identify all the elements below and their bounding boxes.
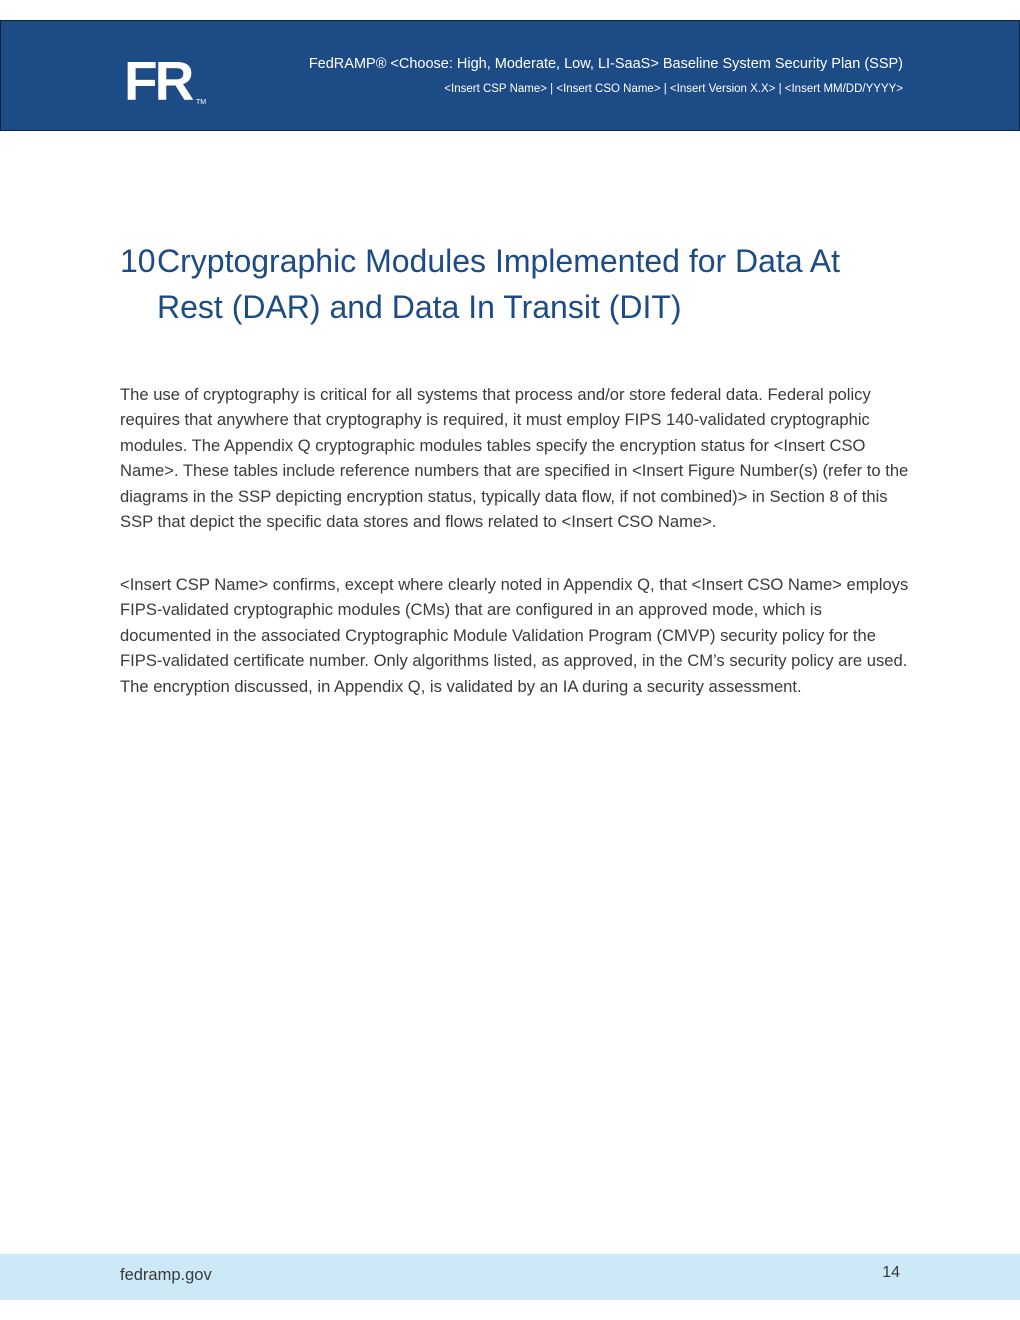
- section-number: 10: [120, 243, 156, 279]
- document-subtitle: <Insert CSP Name> | <Insert CSO Name> | …: [444, 83, 903, 95]
- section-title-line2: Rest (DAR) and Data In Transit (DIT): [157, 289, 682, 325]
- page-footer: fedramp.gov 14: [0, 1254, 1020, 1300]
- section-heading: 10Cryptographic Modules Implemented for …: [120, 238, 920, 330]
- page-header: FR TM FedRAMP® <Choose: High, Moderate, …: [0, 20, 1020, 131]
- section-title-line1: Cryptographic Modules Implemented for Da…: [157, 243, 840, 279]
- document-title: FedRAMP® <Choose: High, Moderate, Low, L…: [308, 56, 903, 72]
- logo-text: FR: [124, 54, 194, 106]
- body-paragraph-1: The use of cryptography is critical for …: [120, 385, 909, 532]
- page-number: 14: [882, 1264, 900, 1281]
- logo-trademark: TM: [196, 99, 206, 106]
- footer-site-link[interactable]: fedramp.gov: [120, 1266, 212, 1285]
- fedramp-logo: FR TM: [124, 54, 206, 106]
- body-paragraph-2: <Insert CSP Name> confirms, except where…: [120, 575, 909, 696]
